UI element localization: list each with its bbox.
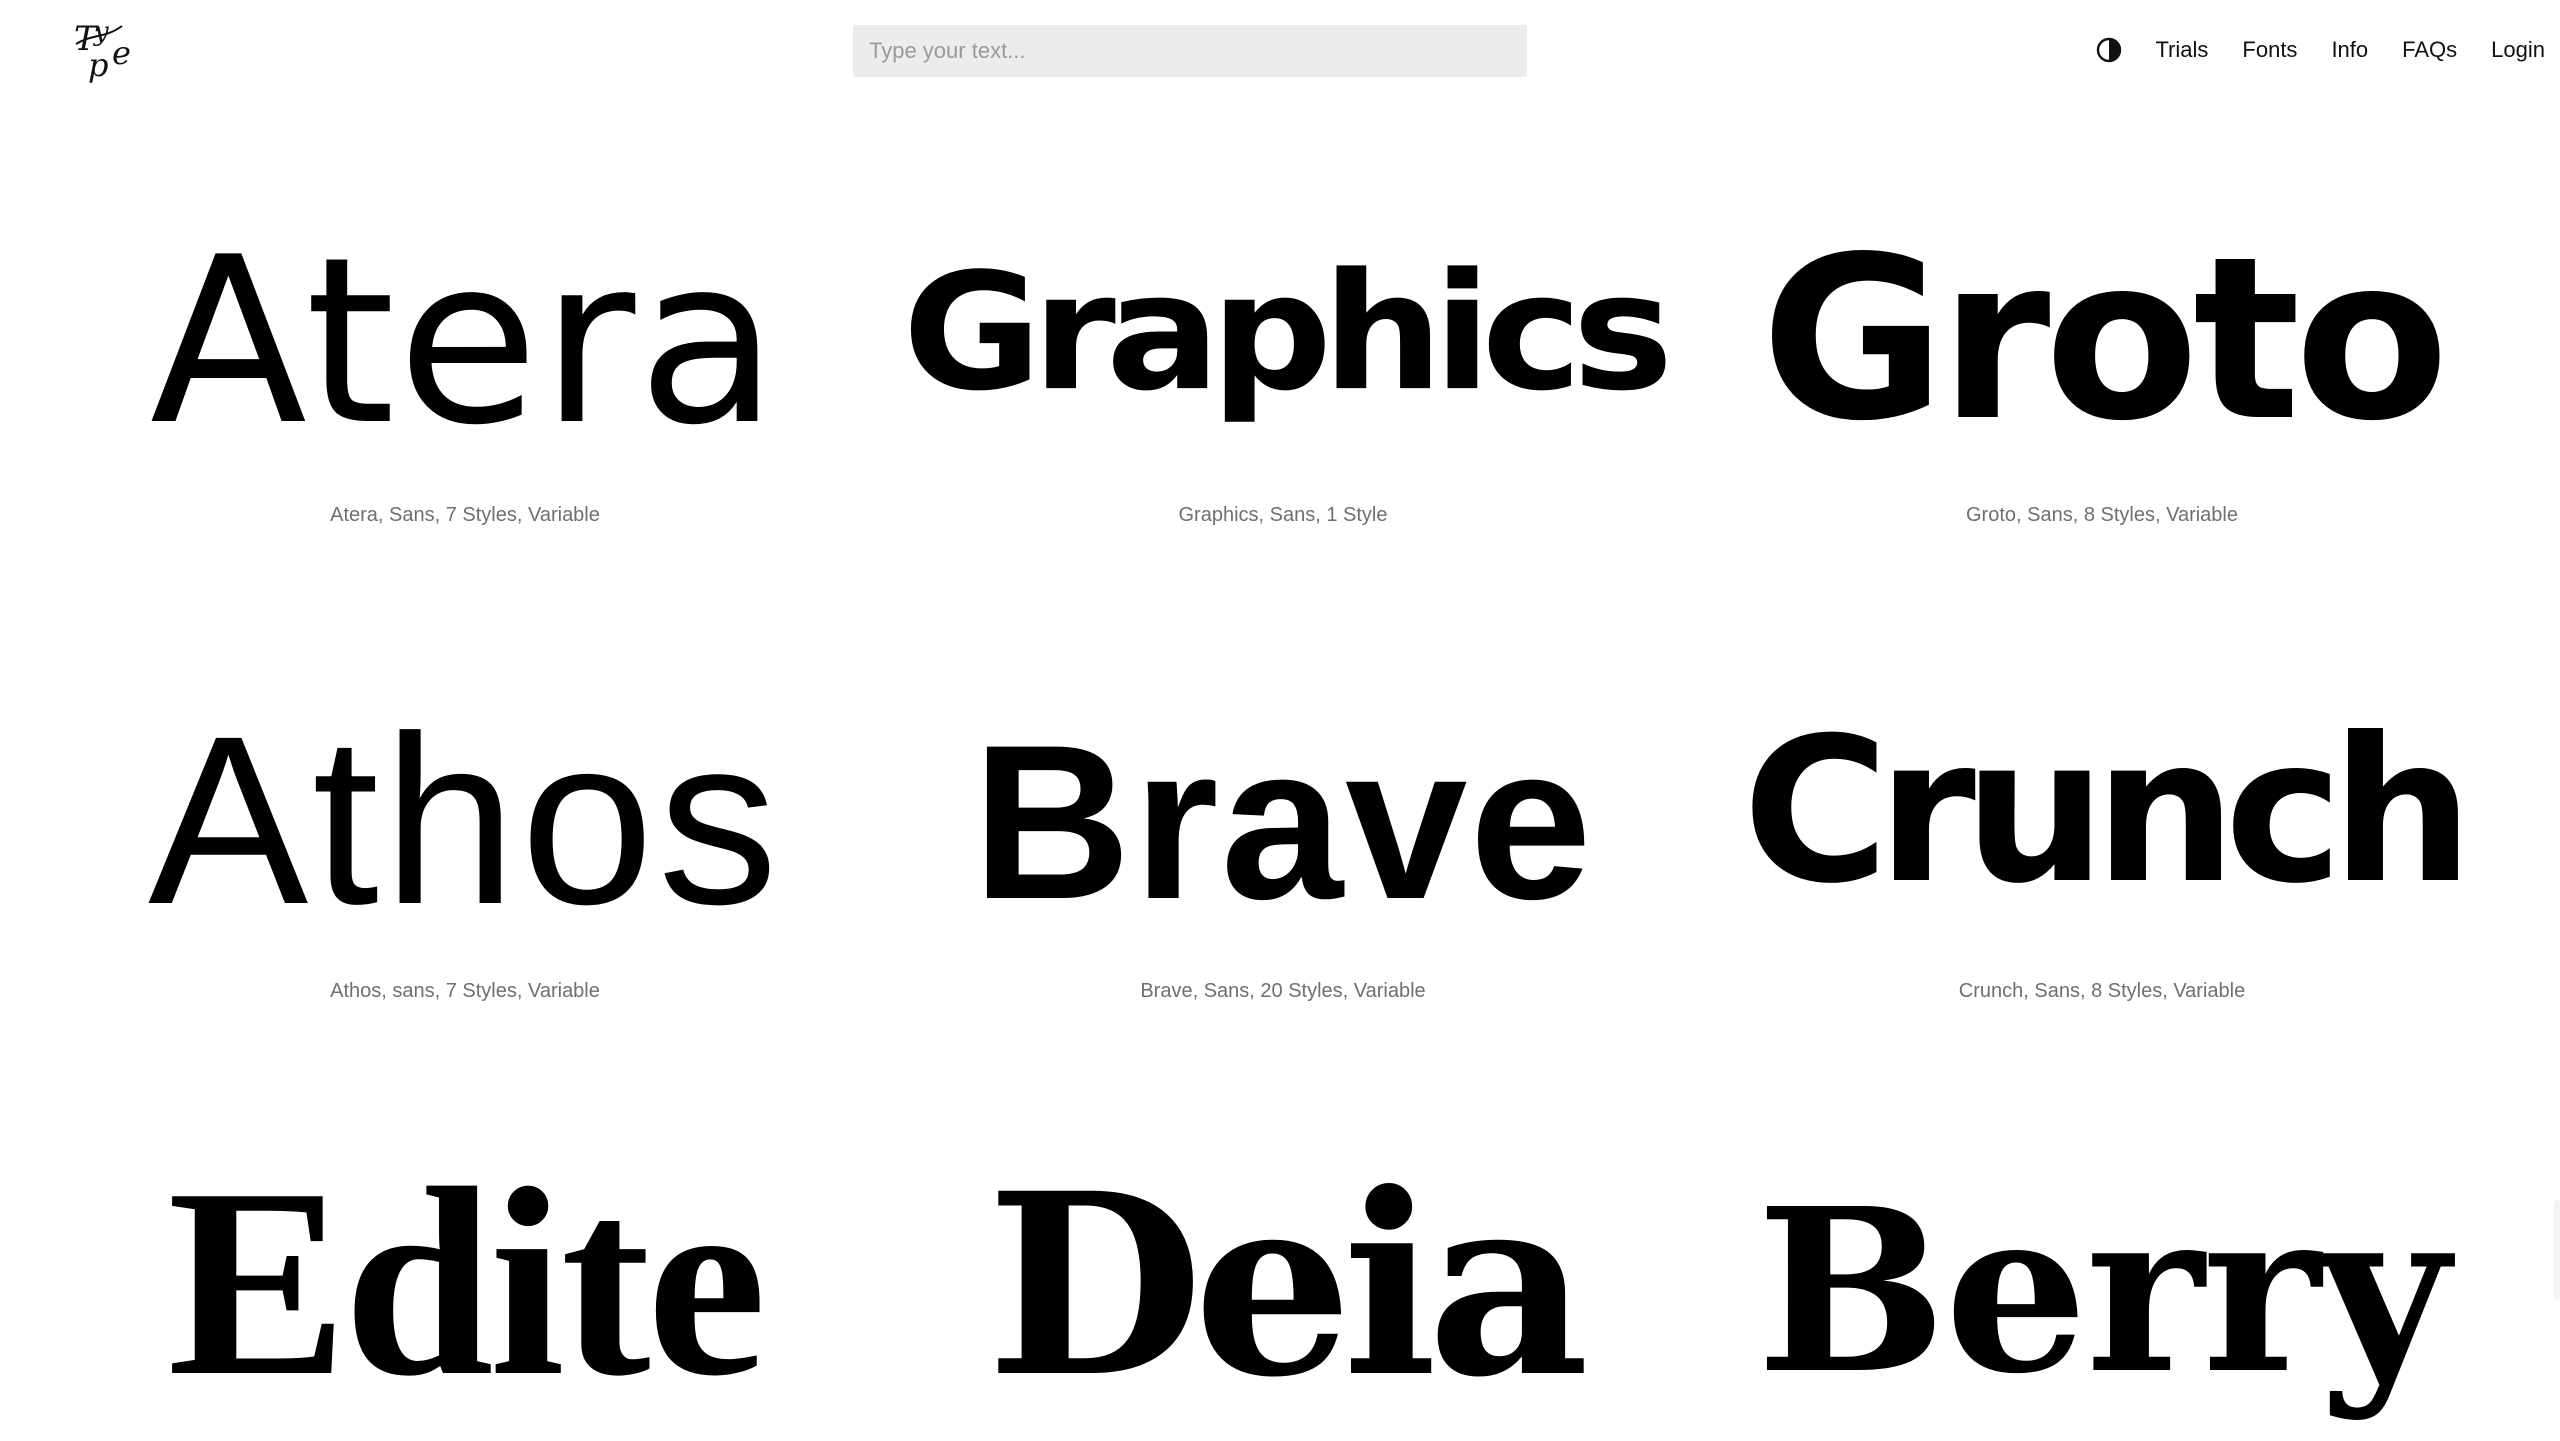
font-card-atera[interactable]: Atera Atera, Sans, 7 Styles, Variable (55, 209, 875, 527)
font-card-brave[interactable]: Brave Brave, Sans, 20 Styles, Variable (873, 699, 1693, 1002)
font-sample: Crunch (1742, 695, 2473, 928)
font-card-crunch[interactable]: Crunch Crunch, Sans, 8 Styles, Variable (1692, 695, 2512, 1003)
nav-login[interactable]: Login (2491, 37, 2545, 63)
nav-fonts[interactable]: Fonts (2242, 37, 2297, 63)
font-meta: Graphics, Sans, 1 Style (1178, 504, 1388, 526)
font-meta: Crunch, Sans, 8 Styles, Variable (1958, 980, 2246, 1002)
theme-toggle-button[interactable] (2095, 36, 2123, 64)
font-card-edite[interactable]: Edite (55, 1148, 875, 1418)
font-meta: Brave, Sans, 20 Styles, Variable (1140, 980, 1426, 1002)
contrast-icon (2097, 37, 2122, 63)
font-sample: Athos (148, 686, 782, 954)
font-card-deia[interactable]: Deia (873, 1160, 1693, 1410)
font-sample: Edite (167, 1133, 766, 1432)
svg-text:p: p (88, 46, 108, 84)
font-sample: Berry (1756, 1160, 2449, 1424)
font-meta: Athos, sans, 7 Styles, Variable (330, 980, 600, 1002)
scrollbar[interactable] (2554, 1200, 2560, 1300)
font-sample: Deia (986, 1138, 1590, 1432)
font-sample: Brave (972, 699, 1594, 945)
page: Atera Atera, Sans, 7 Styles, Variable Gr… (0, 0, 2560, 1441)
nav-trials[interactable]: Trials (2155, 37, 2208, 63)
nav-info[interactable]: Info (2331, 37, 2368, 63)
svg-text:e: e (112, 34, 131, 72)
font-sample: Groto (1760, 209, 2449, 471)
font-sample: Graphics (902, 238, 1673, 428)
site-header: T y p e Trials Fonts Info FAQs Login (0, 0, 2560, 110)
font-grid: Atera Atera, Sans, 7 Styles, Variable Gr… (0, 0, 2560, 1441)
svg-text:y: y (93, 17, 109, 47)
nav-faqs[interactable]: FAQs (2402, 37, 2457, 63)
font-card-berry[interactable]: Berry (1692, 1180, 2512, 1405)
font-meta: Groto, Sans, 8 Styles, Variable (1966, 504, 2238, 526)
font-card-graphics[interactable]: Graphics Graphics, Sans, 1 Style (873, 238, 1693, 526)
main-nav: Trials Fonts Info FAQs Login (2095, 28, 2545, 72)
logo[interactable]: T y p e (72, 14, 148, 84)
font-meta: Atera, Sans, 7 Styles, Variable (330, 504, 600, 526)
type-logo-icon: T y p e (74, 17, 131, 84)
font-card-athos[interactable]: Athos Athos, sans, 7 Styles, Variable (55, 686, 875, 1002)
font-sample: Atera (149, 209, 781, 476)
font-card-groto[interactable]: Groto Groto, Sans, 8 Styles, Variable (1692, 209, 2512, 527)
search-input[interactable] (853, 25, 1527, 77)
